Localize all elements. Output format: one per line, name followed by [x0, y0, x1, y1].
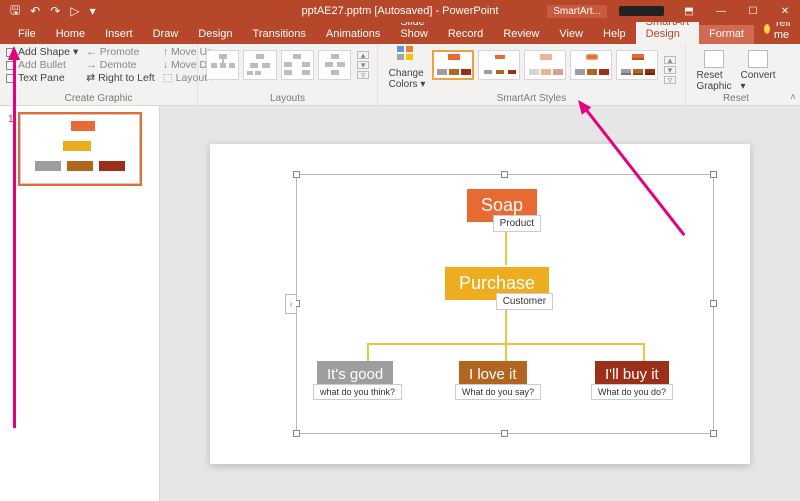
tab-file[interactable]: File: [8, 25, 46, 44]
node-label: What do you do?: [591, 384, 673, 400]
convert-icon: [748, 50, 768, 68]
group-reset: ResetGraphic Convert▾ Reset: [686, 44, 786, 105]
smartart-node-love[interactable]: I love it What do you say?: [459, 361, 527, 388]
group-label-layouts: Layouts: [204, 92, 371, 104]
rtl-button[interactable]: ⇄ Right to Left: [86, 72, 154, 84]
tab-insert[interactable]: Insert: [95, 25, 143, 44]
resize-handle[interactable]: [710, 171, 717, 178]
tab-review[interactable]: Review: [493, 25, 549, 44]
quick-access-toolbar: 🖫 ↶ ↷ ▷ ▾: [0, 1, 96, 22]
resize-handle[interactable]: [501, 430, 508, 437]
tab-home[interactable]: Home: [46, 25, 95, 44]
style-option-2[interactable]: [478, 50, 520, 80]
node-label: Customer: [496, 293, 553, 310]
tab-draw[interactable]: Draw: [143, 25, 189, 44]
group-layouts: ▴▾▿ Layouts: [198, 44, 378, 105]
tab-help[interactable]: Help: [593, 25, 636, 44]
add-bullet-button[interactable]: Add Bullet: [6, 59, 78, 71]
slide-canvas-area[interactable]: ‹ Soap Product Purchase Customer: [160, 106, 800, 501]
layouts-gallery-more[interactable]: ▴▾▿: [357, 50, 369, 80]
user-account[interactable]: [619, 6, 664, 16]
reset-graphic-button[interactable]: ResetGraphic: [694, 50, 734, 92]
maximize-button[interactable]: ☐: [738, 0, 768, 22]
style-option-4[interactable]: [570, 50, 612, 80]
resize-handle[interactable]: [501, 171, 508, 178]
workspace: 1 ‹: [0, 106, 800, 501]
tab-design[interactable]: Design: [188, 25, 242, 44]
tab-transitions[interactable]: Transitions: [243, 25, 316, 44]
slide-thumbnail-panel: 1: [0, 106, 160, 501]
style-option-1[interactable]: [432, 50, 474, 80]
save-icon[interactable]: 🖫: [10, 1, 20, 22]
layout-option-4[interactable]: [318, 50, 351, 80]
ribbon-options-button[interactable]: ⬒: [674, 0, 704, 22]
group-label-styles: SmartArt Styles: [384, 92, 679, 104]
smartart-selection-frame[interactable]: ‹ Soap Product Purchase Customer: [296, 174, 714, 434]
style-option-5[interactable]: [616, 50, 658, 80]
resize-handle[interactable]: [293, 171, 300, 178]
add-bullet-icon: [6, 61, 15, 70]
resize-handle[interactable]: [710, 430, 717, 437]
add-shape-icon: [6, 48, 15, 57]
text-pane-button[interactable]: Text Pane: [6, 72, 78, 84]
group-create-graphic: Add Shape ▾ Add Bullet Text Pane ← Promo…: [0, 44, 198, 105]
demote-button[interactable]: → Demote: [86, 59, 154, 71]
promote-button[interactable]: ← Promote: [86, 46, 154, 58]
group-label-create-graphic: Create Graphic: [6, 92, 191, 104]
text-pane-toggle[interactable]: ‹: [285, 294, 296, 314]
ribbon: Add Shape ▾ Add Bullet Text Pane ← Promo…: [0, 44, 800, 106]
layout-option-1[interactable]: [206, 50, 239, 80]
node-label: what do you think?: [313, 384, 402, 400]
slide-number: 1: [8, 114, 14, 184]
qat-more-icon[interactable]: ▾: [90, 4, 96, 18]
connector: [643, 343, 645, 361]
resize-handle[interactable]: [710, 300, 717, 307]
node-label: What do you say?: [455, 384, 541, 400]
ribbon-tabs: File Home Insert Draw Design Transitions…: [0, 22, 800, 44]
group-smartart-styles: ChangeColors ▾ ▴▾▿ SmartArt Styles: [378, 44, 686, 105]
style-option-3[interactable]: [524, 50, 566, 80]
smartart-node-soap[interactable]: Soap Product: [467, 189, 537, 222]
connector: [505, 305, 507, 343]
layout-option-3[interactable]: [281, 50, 314, 80]
minimize-button[interactable]: —: [706, 0, 736, 22]
smartart-node-buy[interactable]: I'll buy it What do you do?: [595, 361, 669, 388]
add-shape-button[interactable]: Add Shape ▾: [6, 46, 78, 58]
undo-icon[interactable]: ↶: [30, 4, 40, 18]
connector: [505, 343, 507, 361]
reset-graphic-icon: [704, 50, 724, 68]
text-pane-icon: [6, 74, 15, 83]
tab-format[interactable]: Format: [699, 25, 754, 44]
group-label-reset: Reset: [692, 92, 780, 104]
tab-animations[interactable]: Animations: [316, 25, 390, 44]
change-colors-icon: [397, 46, 417, 66]
contextual-tab-label: SmartArt...: [547, 5, 607, 18]
convert-button[interactable]: Convert▾: [738, 50, 778, 92]
node-label: Product: [493, 215, 541, 232]
layout-option-2[interactable]: [243, 50, 276, 80]
smartart-node-purchase[interactable]: Purchase Customer: [445, 267, 549, 300]
collapse-ribbon-icon[interactable]: ˄: [790, 92, 796, 103]
redo-icon[interactable]: ↷: [50, 4, 60, 18]
bulb-icon: [764, 24, 770, 34]
connector: [367, 343, 369, 361]
smartart-node-good[interactable]: It's good what do you think?: [317, 361, 393, 388]
close-button[interactable]: ✕: [770, 0, 800, 22]
slide[interactable]: ‹ Soap Product Purchase Customer: [210, 144, 750, 464]
slide-thumbnail-1[interactable]: [20, 114, 140, 184]
resize-handle[interactable]: [293, 430, 300, 437]
titlebar: 🖫 ↶ ↷ ▷ ▾ pptAE27.pptm [Autosaved] - Pow…: [0, 0, 800, 22]
change-colors-button[interactable]: ChangeColors ▾: [384, 46, 430, 90]
tab-view[interactable]: View: [549, 25, 593, 44]
tab-record[interactable]: Record: [438, 25, 493, 44]
start-slideshow-icon[interactable]: ▷: [70, 4, 79, 18]
styles-gallery-more[interactable]: ▴▾▿: [664, 50, 676, 90]
